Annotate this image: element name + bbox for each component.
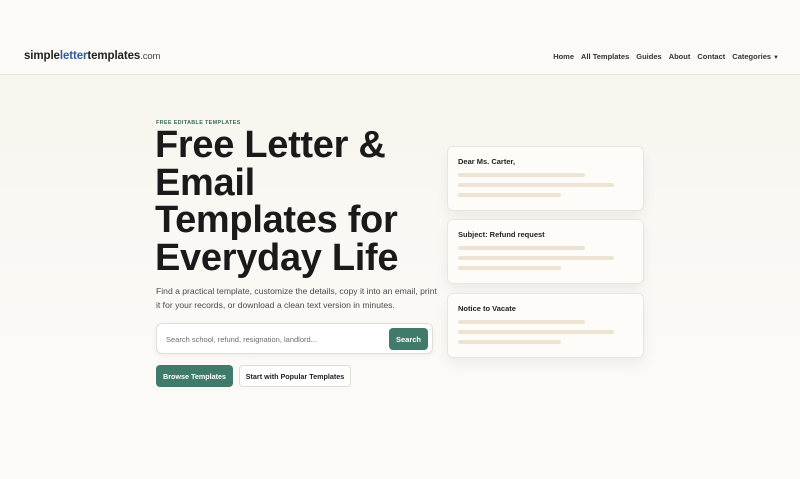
caret-down-icon: ▼ — [773, 55, 779, 61]
placeholder-line — [458, 183, 614, 187]
nav-contact[interactable]: Contact — [697, 52, 725, 61]
preview-card-notice: Notice to Vacate — [447, 293, 644, 358]
placeholder-line — [458, 173, 585, 177]
logo-text-letter: letter — [59, 50, 88, 62]
nav-home[interactable]: Home — [553, 52, 574, 61]
preview-card-title: Dear Ms. Carter, — [458, 157, 516, 166]
placeholder-line — [458, 246, 585, 250]
nav-all-templates[interactable]: All Templates — [581, 52, 629, 61]
logo-text-tld: .com — [140, 51, 161, 62]
preview-card-letter: Dear Ms. Carter, — [447, 146, 644, 211]
placeholder-line — [458, 330, 614, 334]
search-bar: Search — [156, 323, 433, 354]
search-button[interactable]: Search — [389, 328, 428, 350]
hero-title: Free Letter & Email Templates for Everyd… — [155, 124, 399, 279]
logo-text-templates: templates — [87, 50, 141, 62]
placeholder-line — [458, 266, 561, 270]
nav-categories-label: Categories — [732, 52, 772, 61]
site-logo[interactable]: simplelettertemplates.com — [24, 50, 160, 62]
site-header: simplelettertemplates.com Home All Templ… — [0, 0, 800, 75]
placeholder-line — [458, 256, 614, 260]
nav-categories[interactable]: Categories ▼ — [732, 52, 779, 61]
hero-subtitle: Find a practical template, customize the… — [156, 286, 437, 310]
placeholder-line — [458, 320, 585, 324]
placeholder-line — [458, 340, 561, 344]
nav-guides[interactable]: Guides — [636, 52, 661, 61]
browse-templates-button[interactable]: Browse Templates — [156, 365, 233, 387]
preview-card-title: Notice to Vacate — [458, 304, 516, 313]
placeholder-line — [458, 193, 561, 197]
popular-templates-button[interactable]: Start with Popular Templates — [239, 365, 351, 387]
nav-about[interactable]: About — [669, 52, 691, 61]
search-input[interactable] — [166, 331, 386, 347]
main-nav: Home All Templates Guides About Contact … — [553, 52, 779, 61]
logo-text-simple: simple — [24, 50, 60, 62]
preview-card-title: Subject: Refund request — [458, 230, 545, 239]
preview-card-email: Subject: Refund request — [447, 219, 644, 284]
